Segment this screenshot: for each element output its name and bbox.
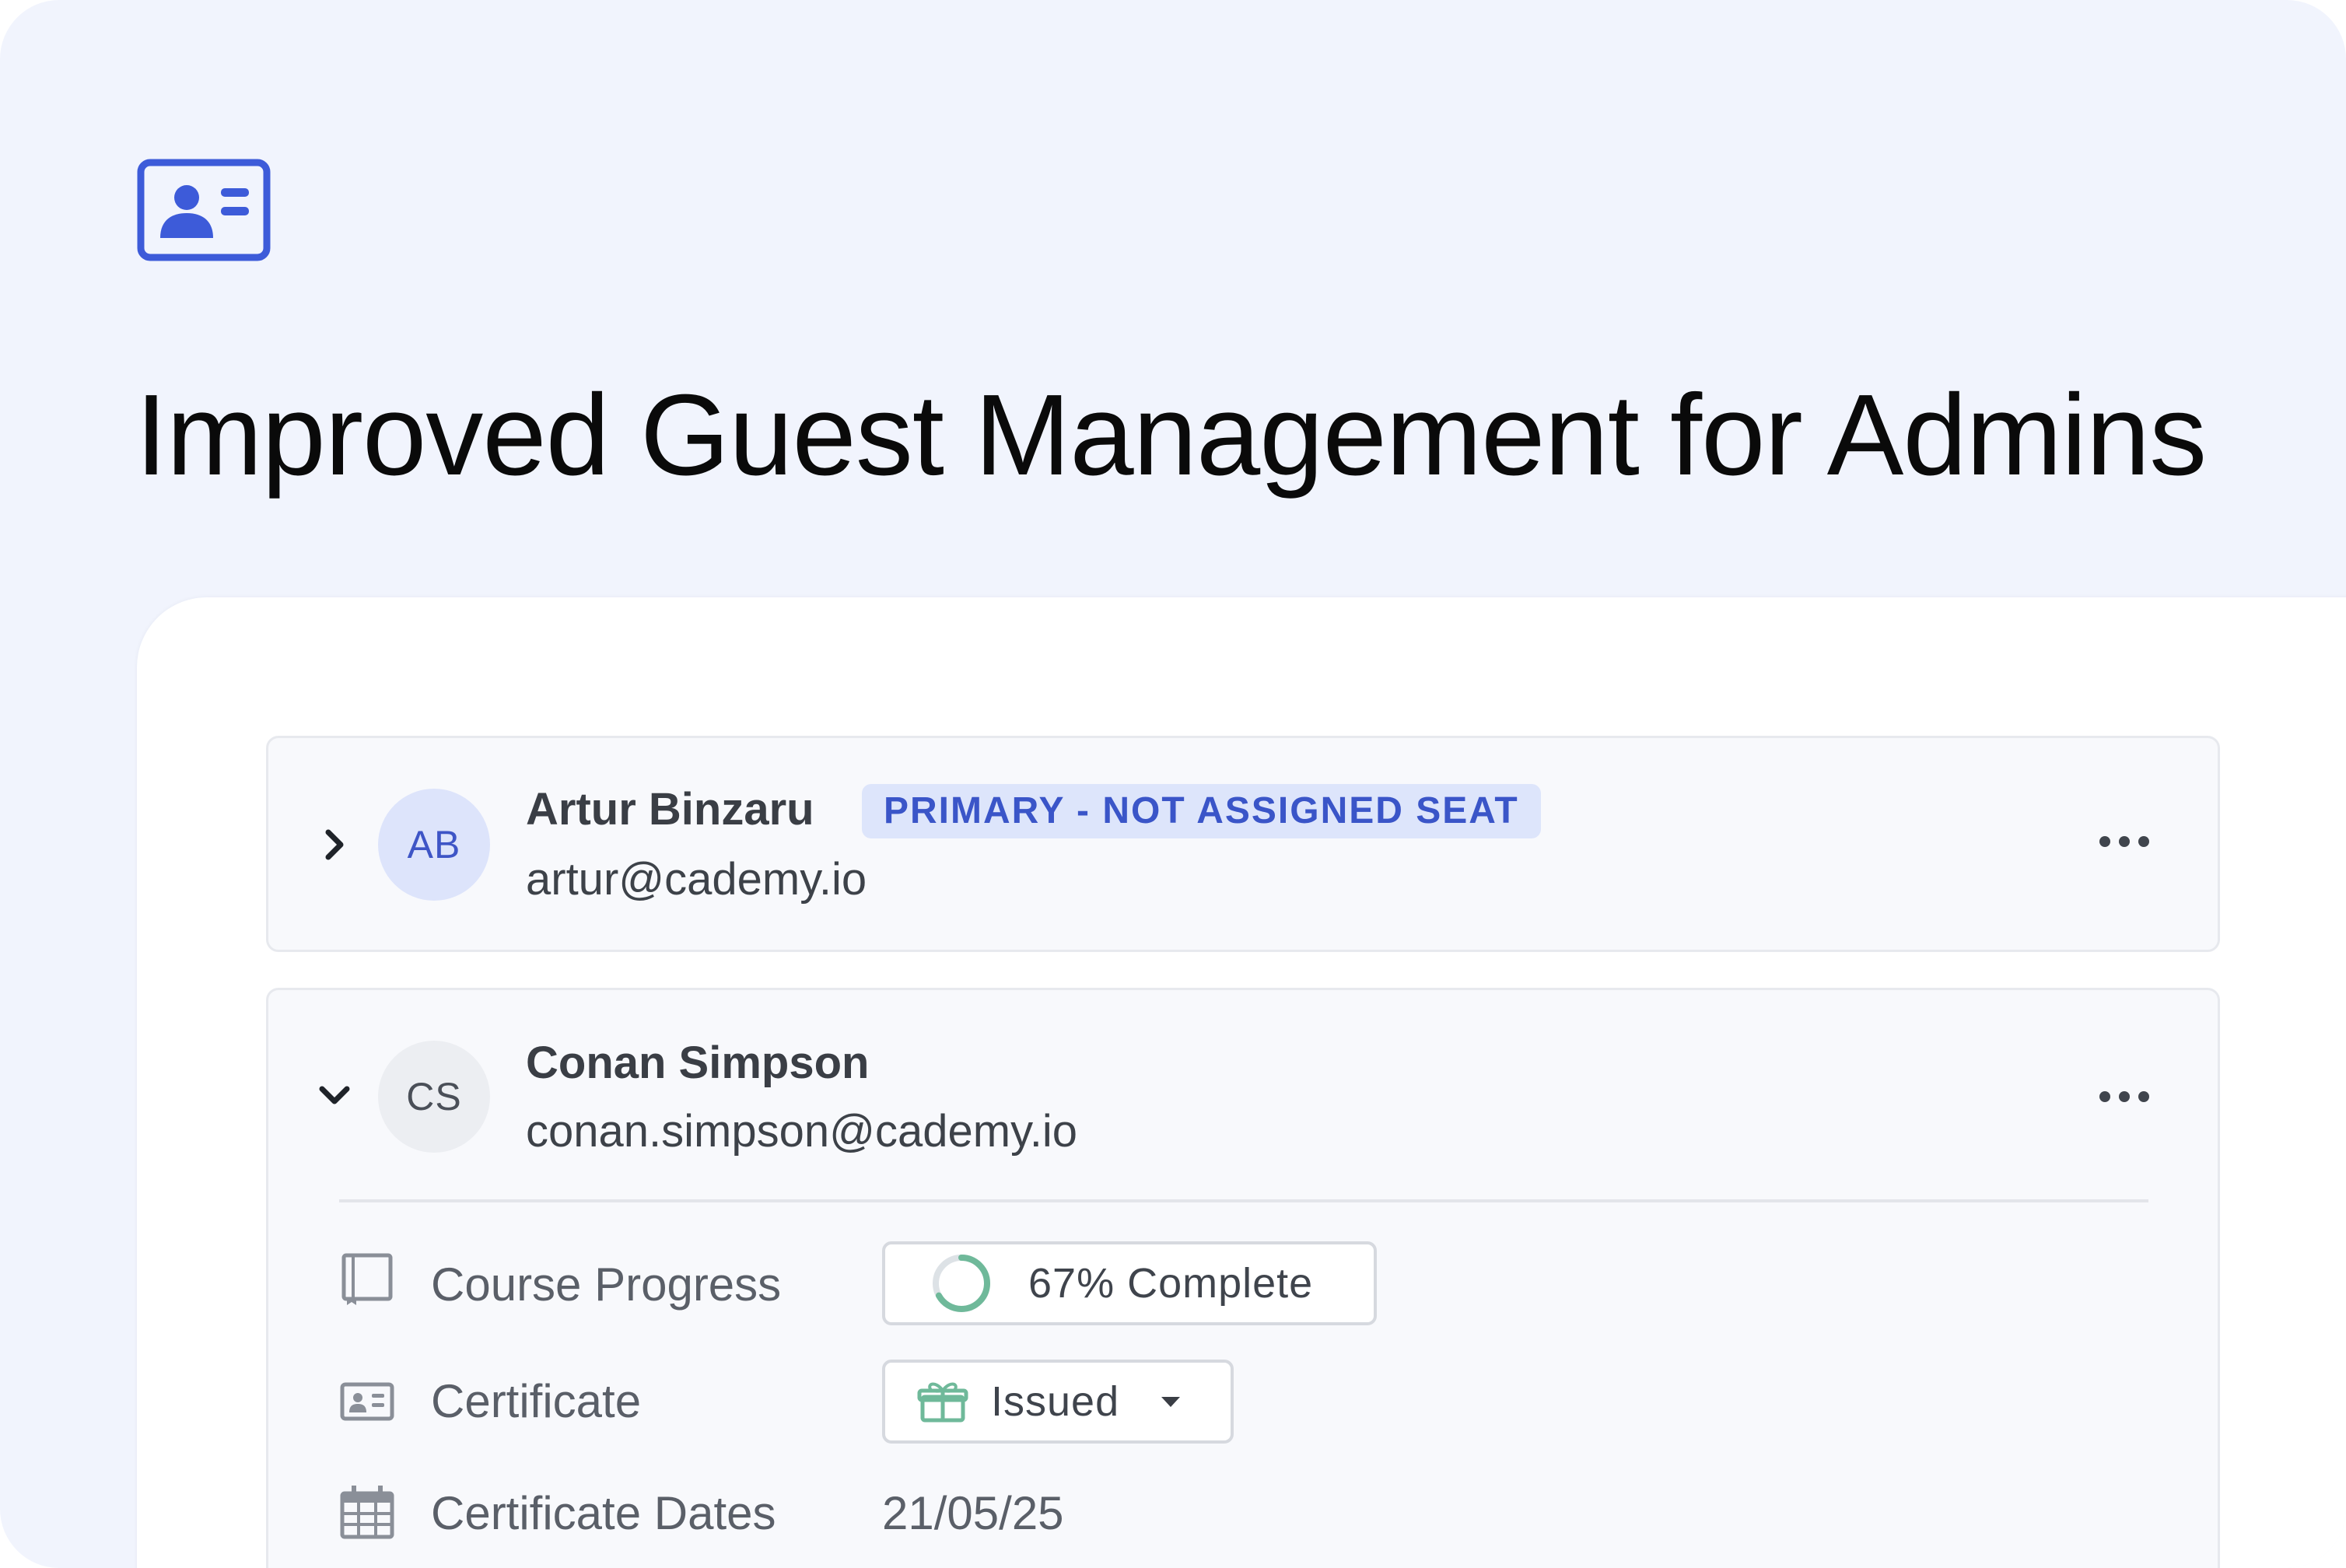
- more-options-icon[interactable]: [2097, 832, 2152, 851]
- guest-name: Artur Binzaru: [526, 784, 814, 835]
- caret-down-icon: [1161, 1397, 1181, 1407]
- more-options-icon[interactable]: [2097, 1087, 2152, 1106]
- progress-ring-icon: [933, 1255, 990, 1312]
- certificate-dates-value: 21/05/25: [882, 1487, 1064, 1539]
- avatar: CS: [378, 1041, 490, 1153]
- chevron-down-icon[interactable]: [317, 1078, 352, 1112]
- gift-icon: [917, 1382, 968, 1423]
- chevron-right-icon[interactable]: [317, 828, 352, 862]
- calendar-icon: [340, 1486, 394, 1539]
- certificate-dates-label: Certificate Dates: [431, 1487, 776, 1539]
- id-card-icon: [137, 159, 271, 261]
- page-title: Improved Guest Management for Admins: [135, 371, 2207, 499]
- course-progress-value: 67% Complete: [1028, 1260, 1314, 1307]
- guest-email: conan.simpson@cademy.io: [526, 1106, 1078, 1157]
- course-progress-label: Course Progress: [431, 1258, 782, 1311]
- certificate-label: Certificate: [431, 1375, 642, 1427]
- certificate-icon: [340, 1382, 394, 1421]
- avatar: AB: [378, 789, 490, 901]
- feature-card: Improved Guest Management for Admins AB …: [0, 0, 2346, 1568]
- guest-email: artur@cademy.io: [526, 854, 867, 905]
- certificate-status-dropdown[interactable]: Issued: [882, 1360, 1234, 1444]
- book-icon: [341, 1253, 393, 1305]
- divider: [339, 1199, 2148, 1202]
- status-badge: PRIMARY - NOT ASSIGNED SEAT: [862, 784, 1541, 838]
- guest-card-artur[interactable]: [266, 736, 2220, 952]
- guest-name: Conan Simpson: [526, 1038, 870, 1088]
- certificate-status-value: Issued: [991, 1378, 1120, 1425]
- course-progress-pill: 67% Complete: [882, 1241, 1377, 1325]
